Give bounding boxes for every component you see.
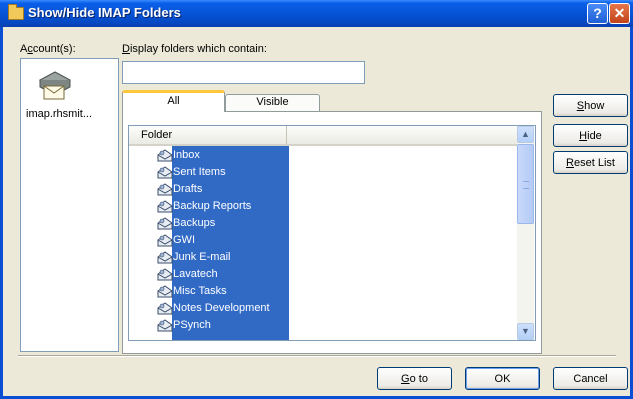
imap-drafts-icon (157, 183, 173, 196)
mail-account-icon (38, 71, 72, 100)
accounts-list[interactable]: imap.rhsmit... (20, 58, 119, 352)
folder-name: Drafts (173, 183, 203, 195)
folder-name: Notes Development (173, 302, 270, 314)
tab-visible[interactable]: Visible (225, 94, 320, 111)
show-button[interactable]: Show (553, 94, 628, 117)
folder-name: PSynch (173, 319, 211, 331)
folder-row[interactable]: Sent Items (157, 164, 297, 181)
folder-list-header: Folder (129, 126, 517, 146)
tab-all[interactable]: All (122, 90, 225, 112)
close-button[interactable]: ✕ (609, 3, 630, 24)
scroll-down-button[interactable]: ▼ (517, 323, 534, 340)
goto-button[interactable]: Go to (377, 367, 452, 390)
folder-row[interactable]: PSynch (157, 317, 297, 334)
footer-separator (18, 355, 616, 357)
folder-name: Lavatech (173, 268, 218, 280)
folder-icon (8, 4, 24, 20)
folder-row[interactable]: Drafts (157, 181, 297, 198)
title-bar[interactable]: Show/Hide IMAP Folders ? ✕ (0, 0, 633, 27)
folder-row[interactable]: GWI (157, 232, 297, 249)
vertical-scrollbar[interactable]: ▲ ▼ (517, 126, 534, 340)
cancel-button[interactable]: Cancel (553, 367, 628, 390)
help-button[interactable]: ? (587, 3, 608, 24)
folder-name: Inbox (173, 149, 200, 161)
accounts-label: Account(s): (20, 43, 76, 55)
imap-folder-icon (157, 200, 173, 213)
imap-folder-icon (157, 268, 173, 281)
imap-inbox-icon (157, 149, 173, 162)
folder-name: Junk E-mail (173, 251, 231, 263)
ok-button[interactable]: OK (465, 367, 540, 390)
imap-folder-icon (157, 234, 173, 247)
folder-name: Backup Reports (173, 200, 252, 212)
dialog-window: Show/Hide IMAP Folders ? ✕ Account(s): i… (0, 0, 633, 399)
folder-filter-input[interactable] (122, 61, 365, 84)
reset-list-button[interactable]: Reset List (553, 151, 628, 174)
folder-row[interactable]: Backup Reports (157, 198, 297, 215)
imap-folder-icon (157, 319, 173, 332)
filter-label: Display folders which contain: (122, 43, 267, 55)
window-border-left (0, 27, 3, 399)
scroll-grip-icon (523, 181, 529, 189)
folder-row[interactable]: Lavatech (157, 266, 297, 283)
window-title: Show/Hide IMAP Folders (28, 5, 181, 20)
folder-row[interactable]: Inbox (157, 147, 297, 164)
imap-folder-icon (157, 285, 173, 298)
folder-name: Sent Items (173, 166, 226, 178)
folder-list[interactable]: Folder Inbox Sent Items Drafts Backup Repor… (128, 125, 536, 341)
folder-row[interactable]: Junk E-mail (157, 249, 297, 266)
hide-button[interactable]: Hide (553, 124, 628, 147)
folder-row[interactable]: Misc Tasks (157, 283, 297, 300)
folder-row[interactable]: Backups (157, 215, 297, 232)
column-header-folder[interactable]: Folder (129, 126, 287, 144)
scroll-up-button[interactable]: ▲ (517, 126, 534, 143)
folder-name: GWI (173, 234, 195, 246)
folder-name: Misc Tasks (173, 285, 227, 297)
folder-row[interactable]: Notes Development (157, 300, 297, 317)
scroll-thumb[interactable] (517, 144, 534, 224)
imap-folder-icon (157, 217, 173, 230)
imap-folder-icon (157, 251, 173, 264)
account-label: imap.rhsmit... (26, 108, 93, 120)
imap-sent-icon (157, 166, 173, 179)
folder-list-body: Inbox Sent Items Drafts Backup Reports Backu… (129, 146, 517, 340)
imap-folder-icon (157, 302, 173, 315)
folder-name: Backups (173, 217, 216, 229)
